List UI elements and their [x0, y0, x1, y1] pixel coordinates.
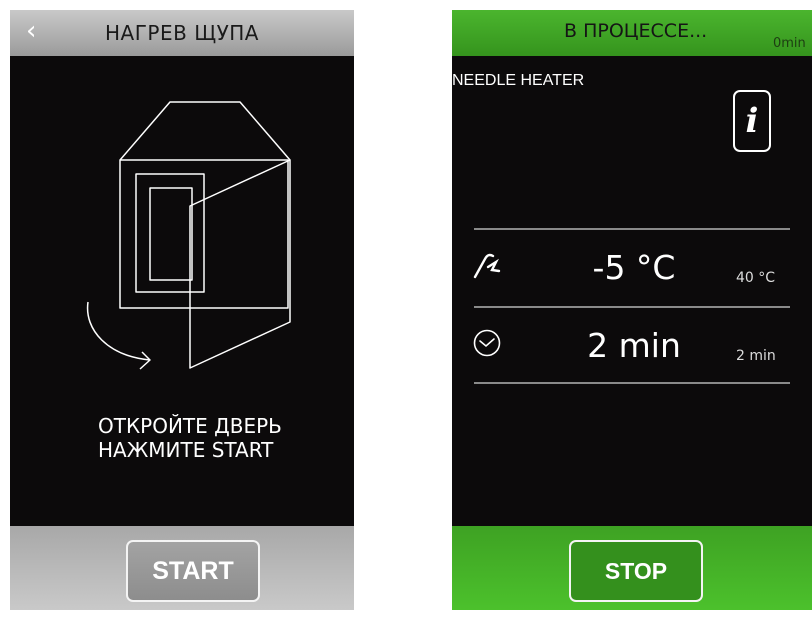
probe-temperature-value: -5 °C: [592, 248, 676, 287]
divider: [474, 228, 790, 230]
divider: [474, 382, 790, 384]
divider: [474, 306, 790, 308]
time-target-value: 2 min: [736, 348, 776, 364]
probe-icon: [473, 253, 501, 279]
info-button[interactable]: i: [733, 90, 771, 152]
header-bar: ‹ НАГРЕВ ЩУПА: [10, 10, 354, 56]
elapsed-time: 0min: [773, 36, 806, 51]
clock-icon: [473, 329, 501, 357]
footer-bar: STOP: [452, 526, 812, 610]
footer-bar: START: [10, 526, 354, 610]
time-value: 2 min: [587, 326, 681, 365]
instructions: ОТКРОЙТЕ ДВЕРЬ НАЖМИТЕ START: [98, 414, 282, 462]
info-icon: i: [745, 101, 759, 141]
status-title: В ПРОЦЕССЕ...: [564, 20, 708, 42]
program-name: NEEDLE HEATER: [452, 72, 585, 89]
probe-target-value: 40 °C: [736, 270, 776, 286]
page-title: НАГРЕВ ЩУПА: [105, 21, 259, 45]
stop-button[interactable]: STOP: [569, 540, 703, 602]
instruction-line-1: ОТКРОЙТЕ ДВЕРЬ: [98, 414, 282, 438]
probe-heating-screen: ‹ НАГРЕВ ЩУПА ОТКРОЙТЕ ДВЕРЬ НАЖМИТЕ STA…: [10, 10, 354, 610]
in-progress-screen: В ПРОЦЕССЕ... 0min NEEDLE HEATER i -5 °C…: [452, 10, 812, 610]
instruction-line-2: НАЖМИТЕ START: [98, 438, 274, 462]
start-button[interactable]: START: [126, 540, 260, 602]
oven-door-open-icon: [86, 101, 291, 370]
header-bar: В ПРОЦЕССЕ... 0min: [452, 10, 812, 56]
